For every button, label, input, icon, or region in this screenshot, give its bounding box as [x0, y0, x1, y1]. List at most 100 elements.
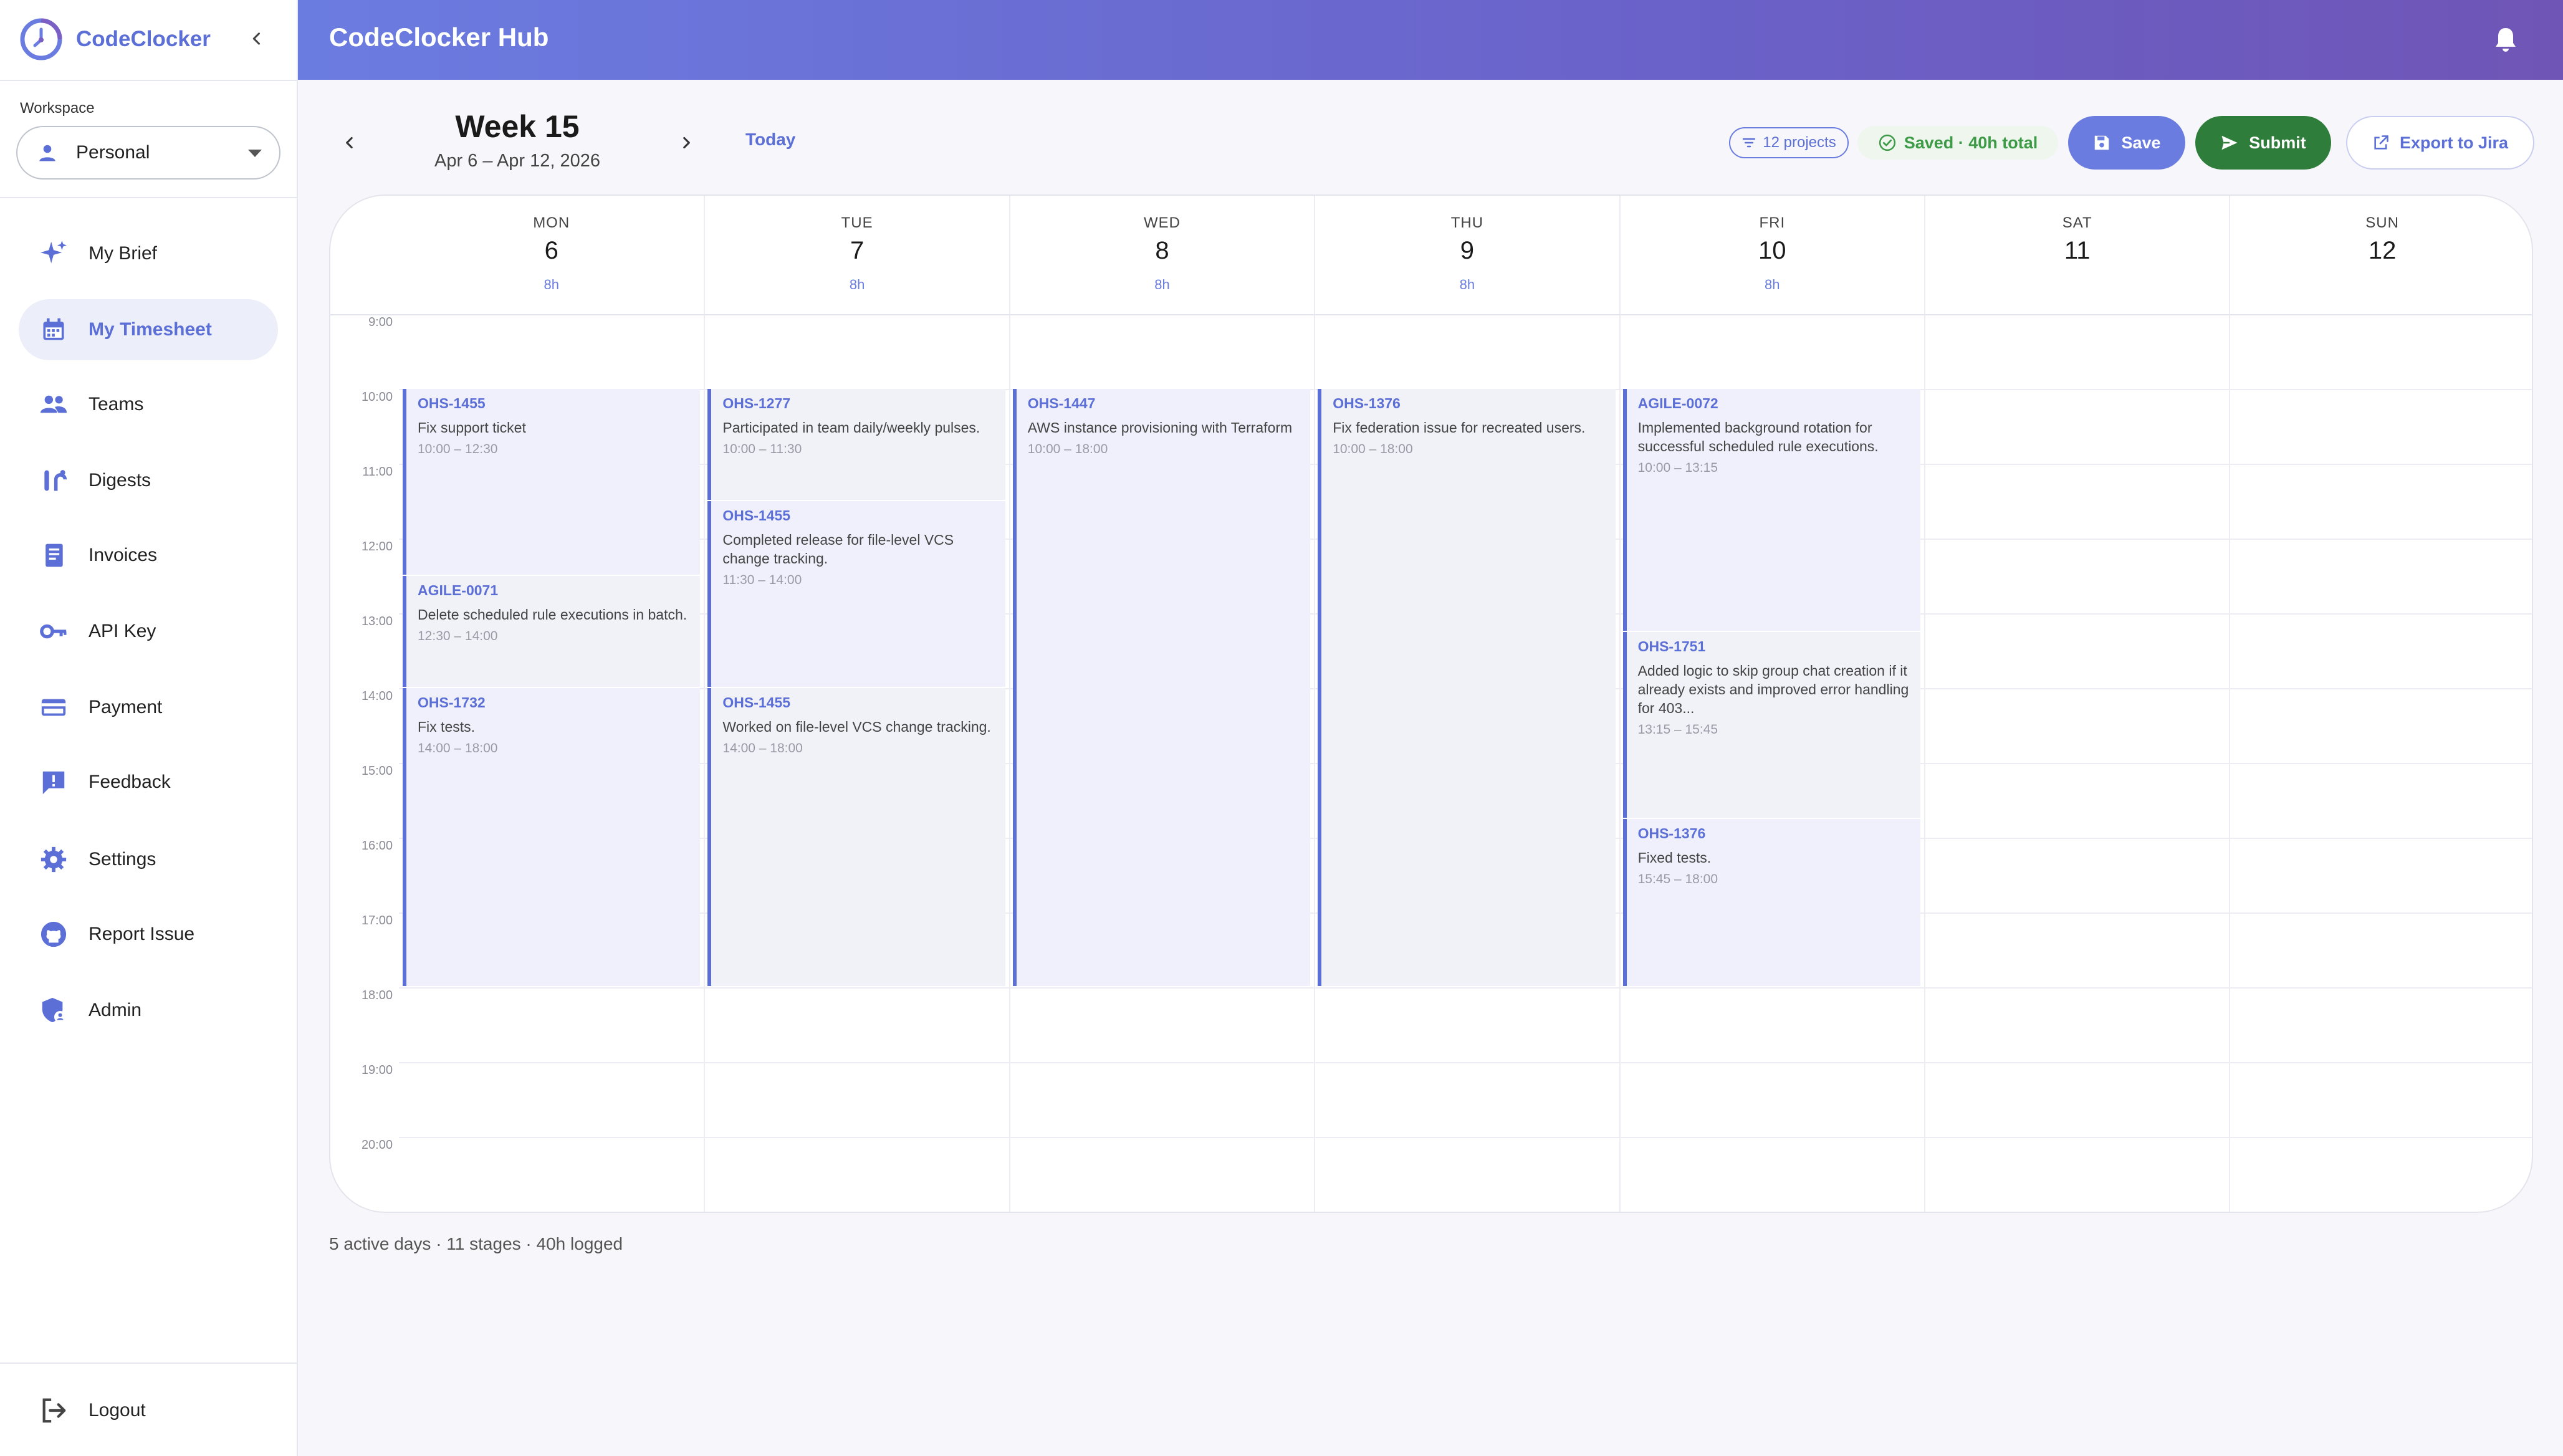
week-range: Apr 6 – Apr 12, 2026 — [434, 151, 601, 171]
floppy-disk-icon — [2095, 135, 2109, 150]
sparkle-icon — [39, 239, 69, 269]
collapse-sidebar-button[interactable] — [243, 25, 271, 52]
brand[interactable]: CodeClocker — [19, 17, 211, 61]
workspace-value: Personal — [76, 142, 150, 163]
next-week-button[interactable] — [671, 127, 702, 158]
workspace-select[interactable]: Personal — [16, 126, 280, 180]
time-entry[interactable]: OHS-1455 Fix support ticket 10:00 – 12:30 — [403, 389, 701, 575]
sidebar-divider — [0, 197, 298, 198]
entry-code: AGILE-0072 — [1637, 395, 1718, 411]
entry-code: OHS-1455 — [722, 507, 791, 524]
day-header-tue: TUE 7 8h — [704, 196, 1008, 314]
entry-description: Implemented background rotation for succ… — [1637, 419, 1879, 454]
time-entry[interactable]: OHS-1447 AWS instance provisioning with T… — [1012, 389, 1311, 986]
entry-code: OHS-1376 — [1637, 825, 1706, 841]
feedback-icon — [39, 767, 69, 797]
projects-filter-chip[interactable]: 12 projects — [1729, 127, 1849, 158]
entry-description: Added logic to skip group chat creation … — [1637, 663, 1909, 716]
day-header-thu: THU 9 8h — [1314, 196, 1619, 314]
logout-icon — [39, 1396, 69, 1425]
sidebar-divider — [0, 1363, 298, 1364]
sidebar-item-label: My Timesheet — [89, 319, 212, 340]
hour-label: 13:00 — [361, 615, 393, 628]
time-entry[interactable]: OHS-1376 Fixed tests. 15:45 – 18:00 — [1622, 819, 1920, 986]
entry-description: AWS instance provisioning with Terraform — [1027, 419, 1293, 436]
entry-description: Fix support ticket — [418, 419, 526, 436]
day-name: TUE — [841, 214, 873, 231]
admin-shield-icon — [39, 995, 69, 1025]
check-circle-icon — [1879, 134, 1895, 151]
day-hours: 8h — [1459, 277, 1475, 292]
submit-button[interactable]: Submit — [2195, 116, 2331, 170]
logout-button[interactable]: Logout — [19, 1380, 278, 1441]
entry-time: 10:00 – 11:30 — [722, 442, 802, 456]
day-header-mon: MON 6 8h — [399, 196, 704, 314]
sidebar-item-payment[interactable]: Payment — [19, 677, 278, 738]
day-name: FRI — [1759, 214, 1786, 231]
entry-description: Fixed tests. — [1637, 850, 1712, 866]
entry-time: 10:00 – 18:00 — [1027, 442, 1108, 456]
projects-count: 12 projects — [1763, 134, 1836, 151]
day-hours: 8h — [1154, 277, 1170, 292]
day-name: SAT — [2062, 214, 2092, 231]
sidebar-item-my-brief[interactable]: My Brief — [19, 223, 278, 284]
time-entry[interactable]: OHS-1277 Participated in team daily/weekl… — [707, 389, 1005, 500]
entry-code: OHS-1277 — [722, 395, 791, 411]
time-entry[interactable]: OHS-1455 Worked on file-level VCS change … — [707, 688, 1005, 986]
export-label: Export to Jira — [2399, 133, 2509, 152]
sidebar-item-invoices[interactable]: Invoices — [19, 525, 278, 586]
card-icon — [39, 692, 69, 722]
sidebar-item-teams[interactable]: Teams — [19, 374, 278, 435]
header-divider — [330, 314, 2532, 315]
sidebar-item-my-timesheet[interactable]: My Timesheet — [19, 299, 278, 360]
sidebar: CodeClocker Workspace Personal My Brief … — [0, 0, 298, 1456]
sidebar-item-admin[interactable]: Admin — [19, 980, 278, 1041]
entry-code: OHS-1376 — [1333, 395, 1401, 411]
entry-code: OHS-1455 — [722, 694, 791, 711]
entry-time: 10:00 – 12:30 — [418, 442, 498, 456]
sidebar-item-feedback[interactable]: Feedback — [19, 752, 278, 813]
sidebar-item-api-key[interactable]: API Key — [19, 601, 278, 662]
hour-label: 18:00 — [361, 989, 393, 1002]
saved-status-badge: Saved · 40h total — [1857, 126, 2058, 160]
sidebar-item-label: My Brief — [89, 243, 158, 264]
hour-gridline — [399, 1062, 2532, 1063]
hour-gridline — [399, 1137, 2532, 1138]
week-title: Week 15 — [455, 109, 580, 144]
time-entry[interactable]: AGILE-0072 Implemented background rotatio… — [1622, 389, 1920, 631]
entry-time: 13:15 – 15:45 — [1637, 722, 1718, 737]
hour-label: 12:00 — [361, 540, 393, 553]
time-entry[interactable]: OHS-1751 Added logic to skip group chat c… — [1622, 632, 1920, 818]
time-entry[interactable]: OHS-1376 Fix federation issue for recreat… — [1318, 389, 1616, 986]
entry-time: 10:00 – 13:15 — [1637, 461, 1718, 475]
time-entry[interactable]: AGILE-0071 Delete scheduled rule executio… — [403, 576, 701, 687]
day-header-fri: FRI 10 8h — [1619, 196, 1924, 314]
invoice-icon — [39, 540, 69, 570]
day-number: 6 — [544, 237, 558, 264]
hour-label: 19:00 — [361, 1063, 393, 1077]
sidebar-item-digests[interactable]: Digests — [19, 450, 278, 511]
time-entry[interactable]: OHS-1732 Fix tests. 14:00 – 18:00 — [403, 688, 701, 986]
day-name: SUN — [2365, 214, 2399, 231]
prev-week-button[interactable] — [334, 127, 365, 158]
entry-description: Worked on file-level VCS change tracking… — [722, 719, 991, 735]
codeclocker-logo-icon — [20, 18, 62, 60]
day-name: WED — [1143, 214, 1181, 231]
key-icon — [39, 616, 69, 646]
saved-status-text: Saved · 40h total — [1904, 133, 2038, 152]
chevron-right-icon — [683, 136, 690, 149]
export-to-jira-button[interactable]: Export to Jira — [2346, 116, 2534, 170]
bell-icon[interactable] — [2491, 25, 2521, 55]
entry-time: 12:30 – 14:00 — [418, 629, 498, 643]
save-button[interactable]: Save — [2068, 116, 2185, 170]
today-button[interactable]: Today — [745, 130, 795, 150]
day-name: MON — [533, 214, 570, 231]
digest-icon — [39, 466, 69, 496]
sidebar-item-settings[interactable]: Settings — [19, 829, 278, 890]
sidebar-item-report-issue[interactable]: Report Issue — [19, 904, 278, 965]
sidebar-item-label: Admin — [89, 1000, 142, 1020]
hour-label: 16:00 — [361, 839, 393, 853]
send-icon — [2221, 135, 2238, 150]
time-entry[interactable]: OHS-1455 Completed release for file-level… — [707, 501, 1005, 687]
day-number: 11 — [2064, 237, 2091, 264]
